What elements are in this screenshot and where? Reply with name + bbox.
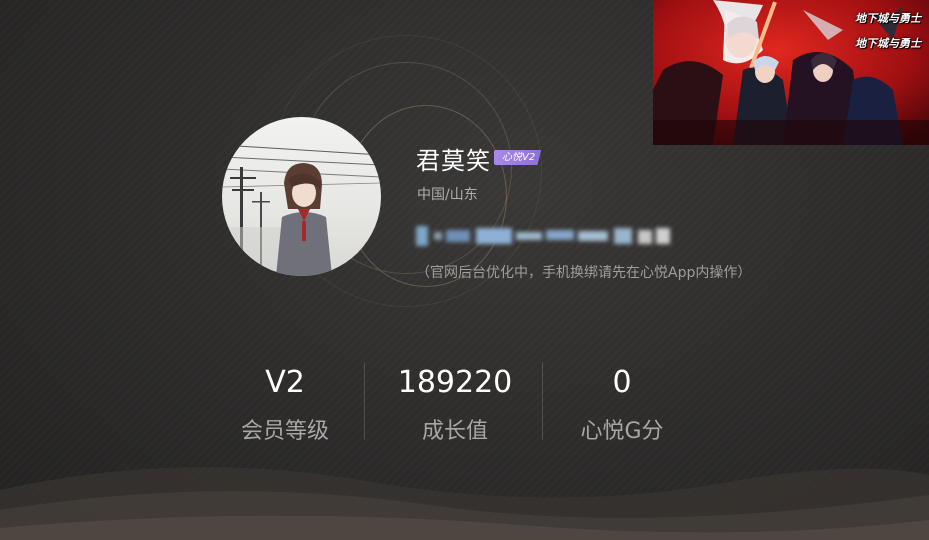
stat-g-points[interactable]: 0 心悦G分 (542, 360, 702, 452)
game-logo: 地下城与勇士 (855, 12, 921, 25)
stat-value: 0 (612, 365, 632, 400)
decorative-waves (0, 467, 929, 540)
stat-member-level[interactable]: V2 会员等级 (205, 360, 365, 452)
stat-value: V2 (265, 365, 305, 400)
username: 君莫笑 (416, 147, 491, 175)
profile-page: 君莫笑 心悦V2 中国/山东 （官网后台优化中，手机换绑请先在心悦App内操作）… (0, 0, 929, 540)
vip-level-badge: 心悦V2 (494, 150, 542, 165)
game-banner[interactable]: 地下城与勇士 地下城与勇士 (653, 0, 929, 145)
rebind-notice: （官网后台优化中，手机换绑请先在心悦App内操作） (416, 265, 752, 281)
stat-value: 189220 (397, 365, 513, 400)
stat-divider (364, 362, 365, 440)
stat-label: 会员等级 (240, 419, 329, 444)
member-stats: V2 会员等级 189220 成长值 0 心悦G分 (205, 360, 705, 455)
stat-label: 成长值 (421, 419, 488, 444)
game-logo: 地下城与勇士 (855, 37, 921, 50)
avatar[interactable] (222, 117, 381, 276)
stat-growth-value[interactable]: 189220 成长值 (375, 360, 535, 452)
redacted-phone-number (416, 224, 674, 248)
user-location: 中国/山东 (417, 187, 478, 203)
stat-label: 心悦G分 (580, 419, 664, 444)
